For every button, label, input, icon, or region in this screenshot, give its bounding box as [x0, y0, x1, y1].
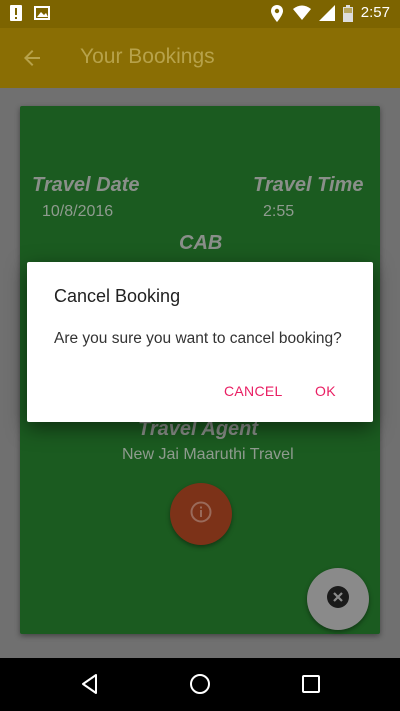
back-arrow-icon[interactable]	[20, 46, 44, 70]
recents-square-icon[interactable]	[299, 672, 323, 696]
dialog-ok-button[interactable]: OK	[315, 383, 336, 399]
travel-agent-name: New Jai Maaruthi Travel	[122, 446, 294, 463]
dialog-cancel-button[interactable]: CANCEL	[224, 383, 283, 399]
status-time: 2:57	[360, 4, 390, 21]
page-title: Your Bookings	[80, 45, 215, 68]
back-triangle-icon[interactable]	[78, 672, 102, 696]
battery-icon	[342, 4, 353, 22]
dialog-title: Cancel Booking	[54, 286, 181, 306]
travel-date-value: 10/8/2016	[42, 203, 114, 220]
location-icon	[270, 4, 285, 22]
vehicle-type-label: CAB	[179, 232, 223, 254]
travel-time-label: Travel Time	[253, 174, 364, 196]
image-icon	[34, 5, 50, 21]
signal-icon	[318, 4, 335, 21]
home-circle-icon[interactable]	[188, 672, 212, 696]
alert-icon	[10, 5, 24, 21]
system-nav-bar	[0, 658, 400, 711]
cancel-booking-fab[interactable]	[307, 568, 369, 630]
wifi-icon	[292, 5, 311, 21]
cancel-booking-dialog: Cancel Booking Are you sure you want to …	[27, 262, 373, 422]
info-icon	[189, 500, 213, 529]
travel-date-label: Travel Date	[32, 174, 140, 196]
app-bar: Your Bookings	[0, 28, 400, 88]
close-icon	[326, 585, 350, 614]
travel-time-value: 2:55	[263, 203, 295, 220]
dialog-message: Are you sure you want to cancel booking?	[54, 330, 342, 347]
status-bar: 2:57	[0, 0, 400, 28]
info-button[interactable]	[170, 483, 232, 545]
